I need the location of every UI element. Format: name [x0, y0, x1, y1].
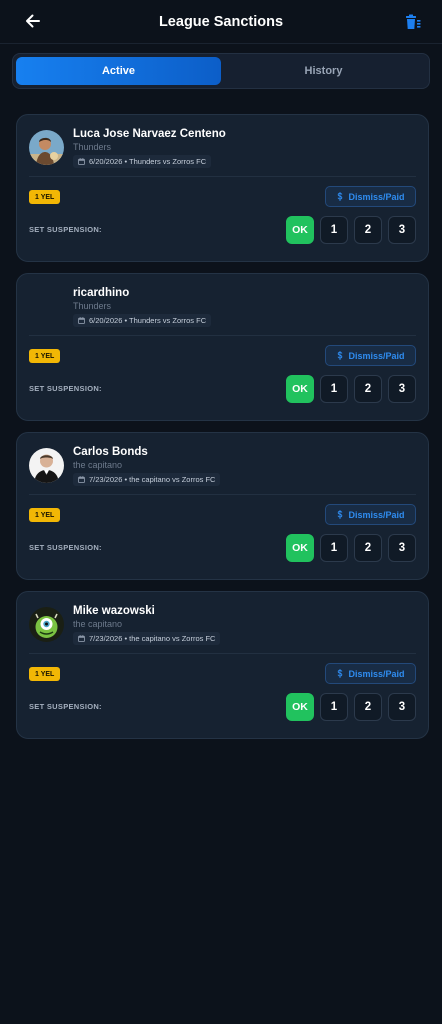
divider: [29, 653, 416, 654]
suspension-3-button[interactable]: 3: [388, 534, 416, 562]
suspension-ok-button[interactable]: OK: [286, 375, 314, 403]
dismiss-label: Dismiss/Paid: [348, 668, 405, 679]
suspension-1-button[interactable]: 1: [320, 375, 348, 403]
suspension-2-button[interactable]: 2: [354, 375, 382, 403]
divider: [29, 494, 416, 495]
dismiss-paid-button[interactable]: Dismiss/Paid: [325, 345, 416, 366]
dismiss-label: Dismiss/Paid: [348, 191, 405, 202]
divider: [29, 335, 416, 336]
calendar-icon: [78, 476, 85, 483]
suspension-ok-button[interactable]: OK: [286, 693, 314, 721]
sanctions-list: Luca Jose Narvaez Centeno Thunders 6/20/…: [0, 114, 442, 739]
card-badge: 1 YEL: [29, 667, 61, 681]
dismiss-paid-button[interactable]: Dismiss/Paid: [325, 663, 416, 684]
team-name: Thunders: [73, 142, 112, 152]
dismiss-label: Dismiss/Paid: [348, 350, 405, 361]
trash-icon: [406, 14, 421, 29]
set-suspension-label: SET SUSPENSION:: [29, 225, 102, 234]
dismiss-paid-button[interactable]: Dismiss/Paid: [325, 186, 416, 207]
back-button[interactable]: [22, 10, 44, 32]
money-icon: [338, 669, 343, 678]
calendar-icon: [78, 317, 85, 324]
page-title: League Sanctions: [158, 13, 284, 30]
sanction-card: Mike wazowski the capitano 7/23/2026 • t…: [16, 591, 429, 739]
divider: [29, 176, 416, 177]
dismiss-paid-button[interactable]: Dismiss/Paid: [325, 504, 416, 525]
suspension-1-button[interactable]: 1: [320, 216, 348, 244]
suspension-2-button[interactable]: 2: [354, 216, 382, 244]
calendar-icon: [78, 158, 85, 165]
avatar: [29, 448, 64, 483]
player-name: Luca Jose Narvaez Centeno: [73, 128, 226, 140]
suspension-ok-button[interactable]: OK: [286, 534, 314, 562]
calendar-icon: [78, 635, 85, 642]
suspension-options: OK 1 2 3: [286, 693, 416, 721]
suspension-3-button[interactable]: 3: [388, 693, 416, 721]
avatar: [29, 130, 64, 165]
suspension-options: OK 1 2 3: [286, 216, 416, 244]
player-photo: [29, 130, 64, 165]
suspension-1-button[interactable]: 1: [320, 534, 348, 562]
sanction-card: Luca Jose Narvaez Centeno Thunders 6/20/…: [16, 114, 429, 262]
money-icon: [338, 192, 343, 201]
team-name: the capitano: [73, 460, 123, 470]
player-photo: [29, 448, 64, 483]
team-name: Thunders: [73, 301, 112, 311]
card-badge: 1 YEL: [29, 349, 61, 363]
suspension-3-button[interactable]: 3: [388, 216, 416, 244]
player-name: Carlos Bonds: [73, 446, 148, 458]
set-suspension-label: SET SUSPENSION:: [29, 702, 102, 711]
match-info: 7/23/2026 • the capitano vs Zorros FC: [73, 632, 221, 645]
avatar: [29, 289, 64, 324]
suspension-3-button[interactable]: 3: [388, 375, 416, 403]
arrow-left-icon: [26, 14, 40, 28]
suspension-options: OK 1 2 3: [286, 534, 416, 562]
tab-active[interactable]: Active: [16, 57, 221, 85]
dismiss-label: Dismiss/Paid: [348, 509, 405, 520]
card-badge: 1 YEL: [29, 508, 61, 522]
app-header: League Sanctions: [0, 0, 442, 44]
player-name: Mike wazowski: [73, 605, 155, 617]
match-info-text: 6/20/2026 • Thunders vs Zorros FC: [89, 316, 207, 325]
player-photo: [29, 607, 64, 642]
match-info-text: 7/23/2026 • the capitano vs Zorros FC: [89, 475, 216, 484]
card-badge: 1 YEL: [29, 190, 61, 204]
sanction-card: Carlos Bonds the capitano 7/23/2026 • th…: [16, 432, 429, 580]
tab-bar: Active History: [12, 53, 430, 89]
avatar: [29, 607, 64, 642]
money-icon: [338, 351, 343, 360]
suspension-2-button[interactable]: 2: [354, 534, 382, 562]
set-suspension-label: SET SUSPENSION:: [29, 384, 102, 393]
sanction-card: ricardhino Thunders 6/20/2026 • Thunders…: [16, 273, 429, 421]
delete-button[interactable]: [402, 11, 424, 33]
suspension-ok-button[interactable]: OK: [286, 216, 314, 244]
suspension-1-button[interactable]: 1: [320, 693, 348, 721]
team-name: the capitano: [73, 619, 123, 629]
suspension-options: OK 1 2 3: [286, 375, 416, 403]
match-info-text: 6/20/2026 • Thunders vs Zorros FC: [89, 157, 207, 166]
money-icon: [338, 510, 343, 519]
match-info: 6/20/2026 • Thunders vs Zorros FC: [73, 314, 212, 327]
set-suspension-label: SET SUSPENSION:: [29, 543, 102, 552]
match-info: 7/23/2026 • the capitano vs Zorros FC: [73, 473, 221, 486]
suspension-2-button[interactable]: 2: [354, 693, 382, 721]
player-name: ricardhino: [73, 287, 130, 299]
match-info: 6/20/2026 • Thunders vs Zorros FC: [73, 155, 212, 168]
match-info-text: 7/23/2026 • the capitano vs Zorros FC: [89, 634, 216, 643]
tab-history[interactable]: History: [221, 57, 426, 85]
